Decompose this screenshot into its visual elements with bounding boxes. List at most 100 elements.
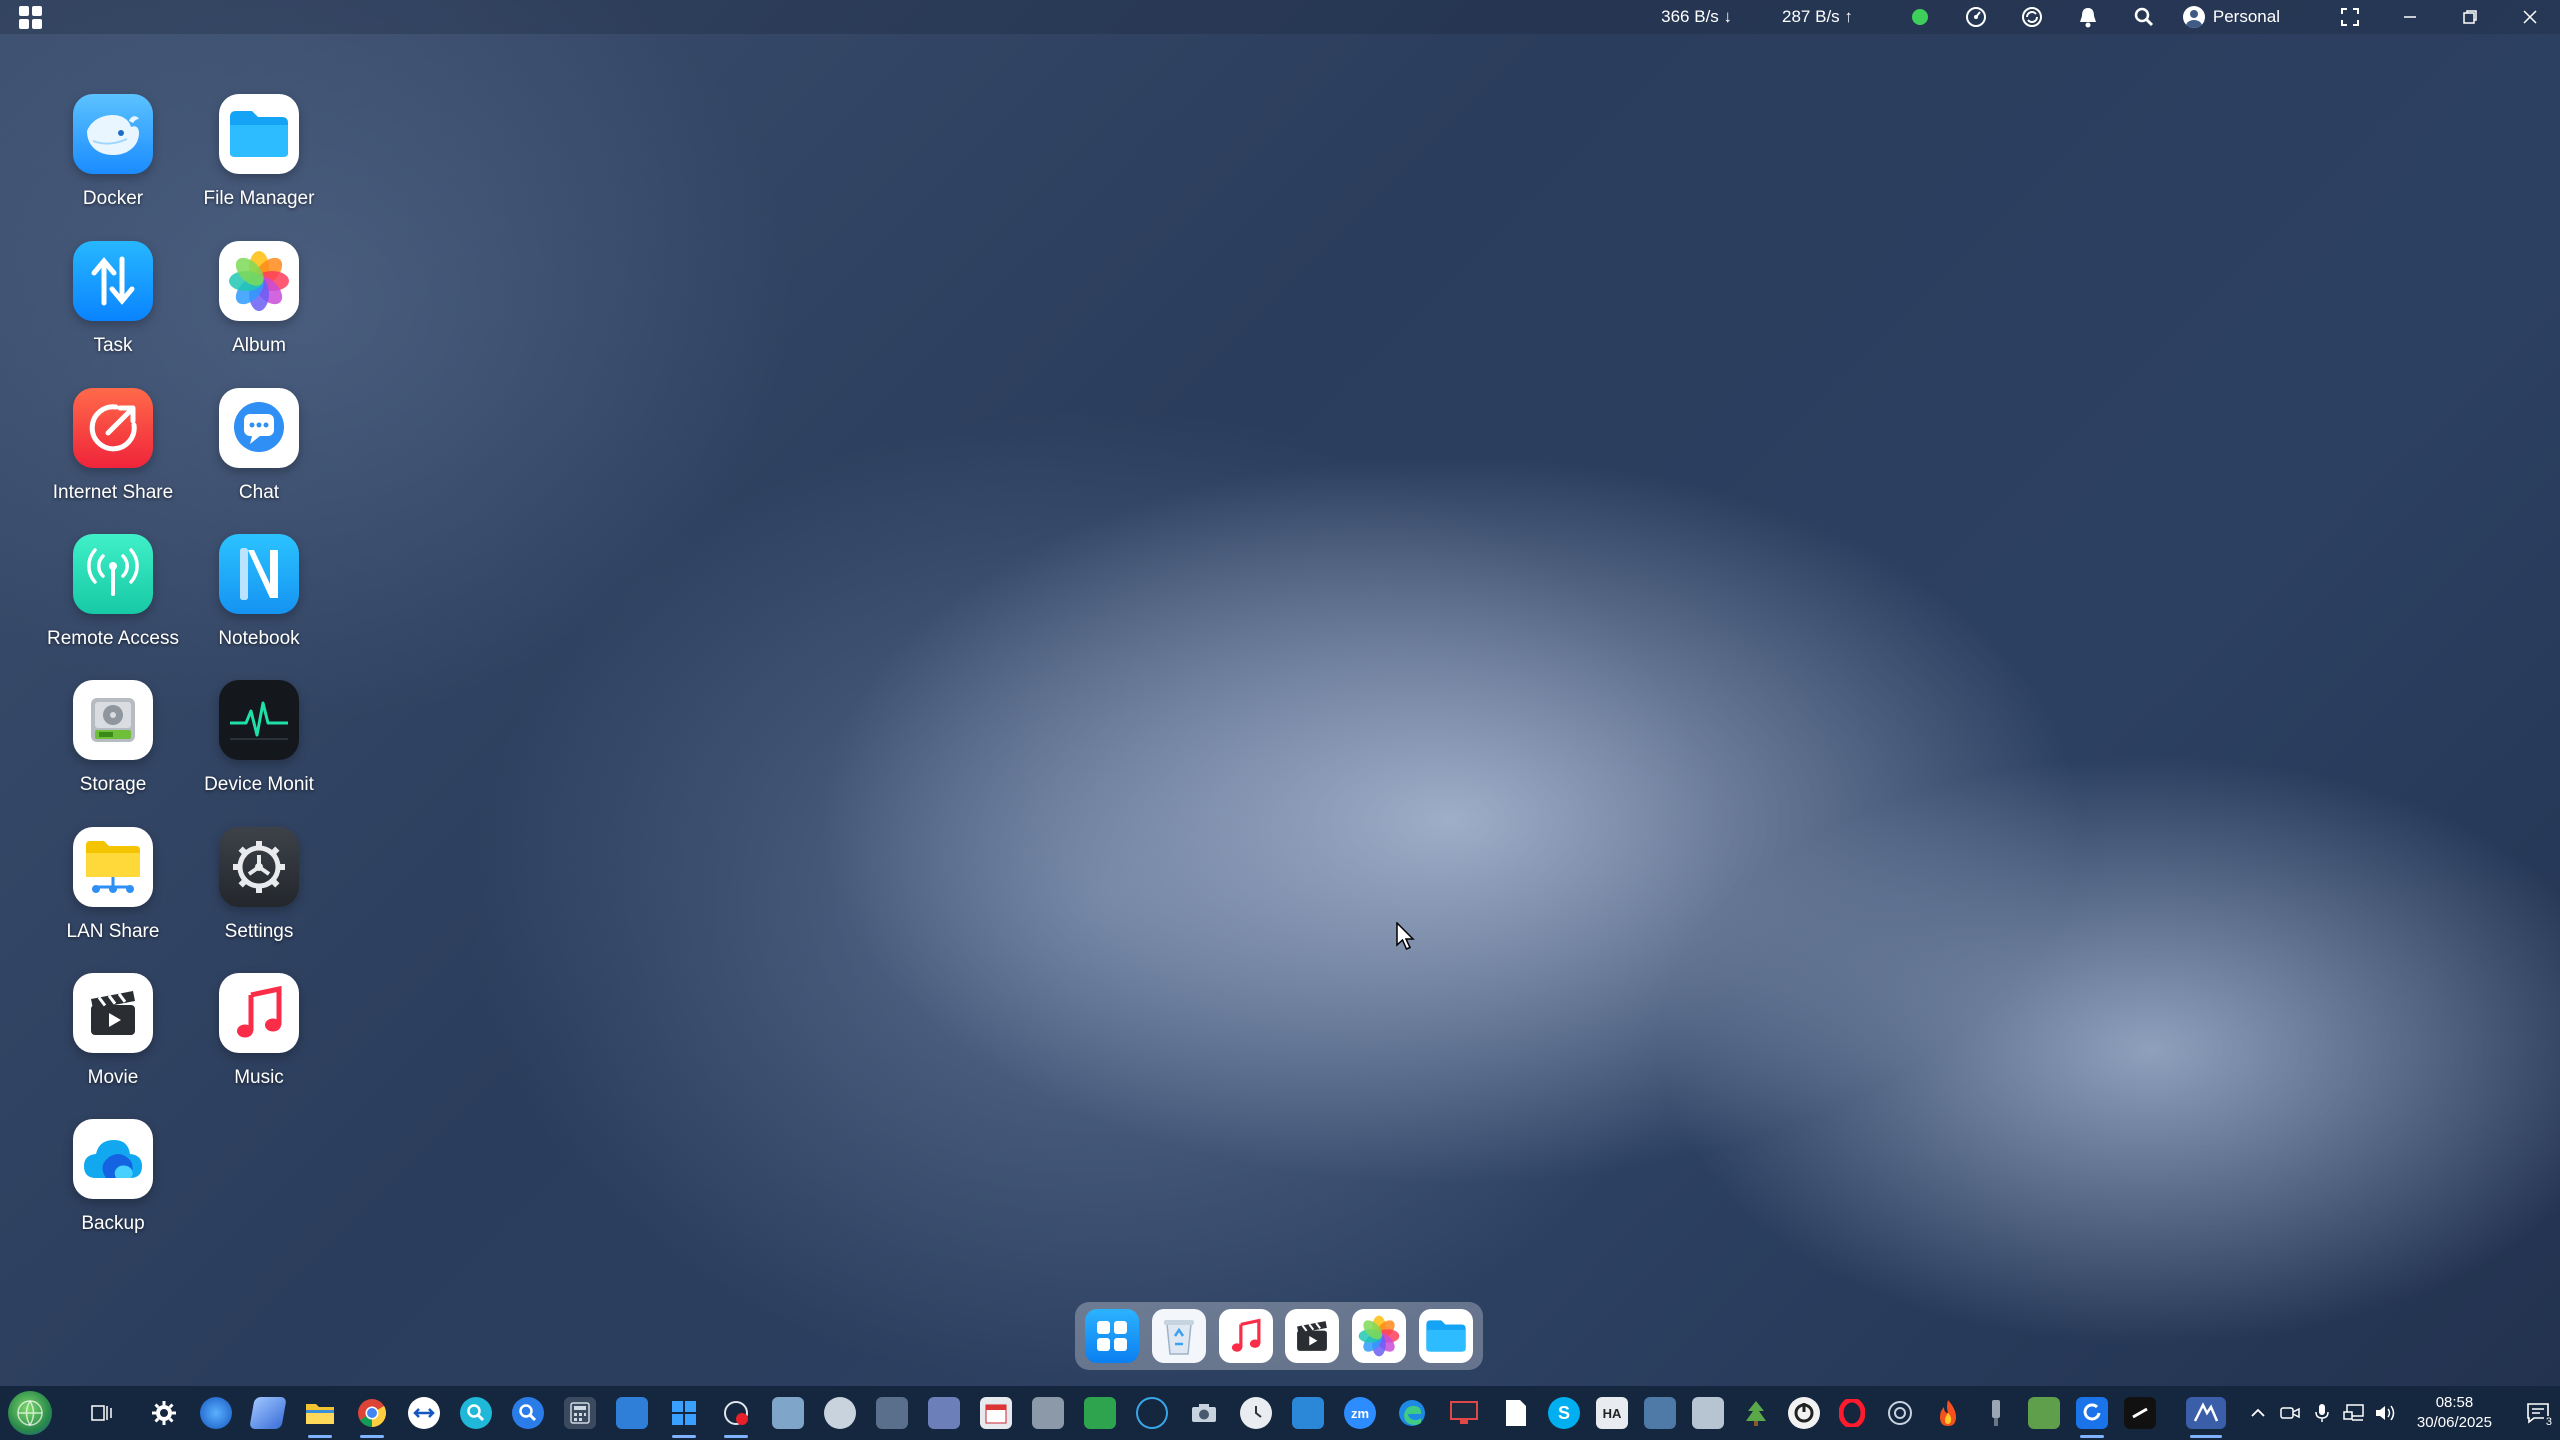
taskbar-app-fire[interactable]: [1932, 1397, 1964, 1429]
minimize-button[interactable]: [2380, 0, 2440, 34]
taskbar-skype[interactable]: S: [1548, 1397, 1580, 1429]
system-tray: 08:58 30/06/2025 3: [2243, 1386, 2560, 1440]
skype-label: S: [1557, 1402, 1570, 1423]
fullscreen-button[interactable]: [2320, 0, 2380, 34]
remote-desktop-icon: [2193, 1402, 2219, 1422]
tray-volume[interactable]: [2371, 1398, 2401, 1428]
desktop-icon-lan-share[interactable]: LAN Share: [40, 827, 186, 943]
taskbar-app-remote[interactable]: [408, 1397, 440, 1429]
chevron-up-icon: [2251, 1408, 2265, 1417]
taskbar-app-store[interactable]: [668, 1397, 700, 1438]
desktop-icon-label: Docker: [82, 188, 144, 209]
taskbar-app-clock[interactable]: [1240, 1397, 1272, 1429]
tray-network[interactable]: [2339, 1398, 2369, 1428]
dock-music[interactable]: [1218, 1309, 1273, 1363]
status-indicator[interactable]: [1903, 0, 1937, 34]
app-launcher-button[interactable]: [14, 3, 46, 31]
document-icon: [1506, 1400, 1526, 1426]
taskbar-app-ring[interactable]: [1884, 1397, 1916, 1429]
dock-file-manager[interactable]: [1418, 1309, 1473, 1363]
desktop-icon-internet-share[interactable]: Internet Share: [40, 388, 186, 504]
dock-launchpad[interactable]: [1085, 1309, 1140, 1363]
taskbar-edge[interactable]: [1396, 1397, 1428, 1429]
desktop-icon-chat[interactable]: Chat: [186, 388, 332, 504]
taskbar-settings[interactable]: [148, 1397, 180, 1429]
gauge-icon: [1965, 7, 1986, 27]
desktop-icon-backup[interactable]: Backup: [40, 1119, 186, 1235]
taskbar-app-feather[interactable]: [824, 1397, 856, 1429]
docker-whale-icon: [73, 94, 153, 174]
camera-icon: [2280, 1407, 2300, 1419]
upload-speed: 287 B/s ↑: [1782, 7, 1853, 26]
tray-meet-now[interactable]: [2275, 1398, 2305, 1428]
taskbar-app-pen[interactable]: [928, 1397, 960, 1429]
taskbar-clock[interactable]: 08:58 30/06/2025: [2417, 1393, 2492, 1433]
taskbar-app-document[interactable]: [1500, 1397, 1532, 1429]
notifications-button[interactable]: [2071, 0, 2105, 34]
taskbar-app-camera[interactable]: [1188, 1397, 1220, 1429]
taskbar-app-yellow-circle[interactable]: [1788, 1397, 1820, 1429]
tray-microphone[interactable]: [2307, 1398, 2337, 1428]
speed-monitor-button[interactable]: [1959, 0, 1993, 34]
restore-button[interactable]: [2440, 0, 2500, 34]
taskbar-app-search[interactable]: [460, 1397, 492, 1429]
taskbar-app-browser-blue[interactable]: [200, 1397, 232, 1429]
desktop-icon-task[interactable]: Task: [40, 241, 186, 357]
taskbar-app-remote-desktop[interactable]: [2186, 1397, 2226, 1438]
music-note-icon: [1231, 1318, 1261, 1352]
taskbar-app-recorder[interactable]: [720, 1397, 752, 1438]
tray-overflow-button[interactable]: [2243, 1398, 2273, 1428]
taskbar: zm S HA 08:58 30/06/2025 3: [0, 1386, 2560, 1440]
top-bar-right: 366 B/s ↓ 287 B/s ↑ Personal: [1661, 0, 2560, 34]
taskbar-file-explorer[interactable]: [304, 1397, 336, 1438]
taskbar-app-search-2[interactable]: [512, 1397, 544, 1429]
fire-icon: [1940, 1400, 1956, 1426]
taskbar-app-rectangle[interactable]: [1292, 1397, 1324, 1429]
taskbar-app-notes[interactable]: [249, 1397, 287, 1429]
taskbar-app-window[interactable]: [616, 1397, 648, 1429]
task-view-button[interactable]: [86, 1397, 118, 1429]
search-button[interactable]: [2127, 0, 2161, 34]
taskbar-app-calendar[interactable]: [980, 1397, 1012, 1429]
taskbar-app-display[interactable]: [1448, 1397, 1480, 1429]
desktop-icon-settings[interactable]: Settings: [186, 827, 332, 943]
taskbar-app-editor[interactable]: [876, 1397, 908, 1429]
taskbar-app-terminal[interactable]: [2124, 1397, 2156, 1429]
taskbar-app-money[interactable]: [2028, 1397, 2060, 1429]
sync-button[interactable]: [2015, 0, 2049, 34]
taskbar-app-tree[interactable]: [1740, 1397, 1772, 1429]
top-bar: 366 B/s ↓ 287 B/s ↑ Personal: [0, 0, 2560, 34]
close-button[interactable]: [2500, 0, 2560, 34]
desktop-icon-storage[interactable]: Storage: [40, 680, 186, 796]
taskbar-app-ha[interactable]: HA: [1596, 1397, 1628, 1429]
tool-icon: [1992, 1400, 2000, 1426]
dock-album[interactable]: [1351, 1309, 1406, 1363]
desktop-icon-music[interactable]: Music: [186, 973, 332, 1089]
start-button[interactable]: [8, 1391, 52, 1435]
volume-icon: [2375, 1405, 2395, 1421]
taskbar-app-sheets[interactable]: [1084, 1397, 1116, 1429]
dock-recycle-bin[interactable]: [1151, 1309, 1206, 1363]
taskbar-app-network-tools[interactable]: [1644, 1397, 1676, 1429]
desktop-icon-file-manager[interactable]: File Manager: [186, 94, 332, 210]
desktop-icon-album[interactable]: Album: [186, 241, 332, 357]
taskbar-app-drive[interactable]: [1032, 1397, 1064, 1429]
taskbar-app-tool[interactable]: [1980, 1397, 2012, 1429]
profile-button[interactable]: Personal: [2182, 6, 2280, 28]
desktop-icon-notebook[interactable]: Notebook: [186, 534, 332, 650]
desktop-icon-device-monitor[interactable]: Device Monit: [186, 680, 332, 796]
desktop-icon-docker[interactable]: Docker: [40, 94, 186, 210]
taskbar-app-blue-s[interactable]: [2076, 1397, 2108, 1438]
desktop-icon-remote-access[interactable]: Remote Access: [40, 534, 186, 650]
taskbar-app-calculator[interactable]: [564, 1397, 596, 1429]
taskbar-app-gallery[interactable]: [1692, 1397, 1724, 1429]
desktop-icon-movie[interactable]: Movie: [40, 973, 186, 1089]
taskbar-app-compass[interactable]: [1136, 1397, 1168, 1429]
taskbar-chrome[interactable]: [356, 1397, 388, 1438]
dock-movie[interactable]: [1285, 1309, 1340, 1363]
taskbar-app-network[interactable]: [772, 1397, 804, 1429]
taskbar-opera[interactable]: [1836, 1397, 1868, 1429]
taskbar-app-zoom[interactable]: zm: [1344, 1397, 1376, 1429]
desktop-icon-label: LAN Share: [66, 921, 160, 942]
notification-center-button[interactable]: 3: [2516, 1386, 2560, 1440]
